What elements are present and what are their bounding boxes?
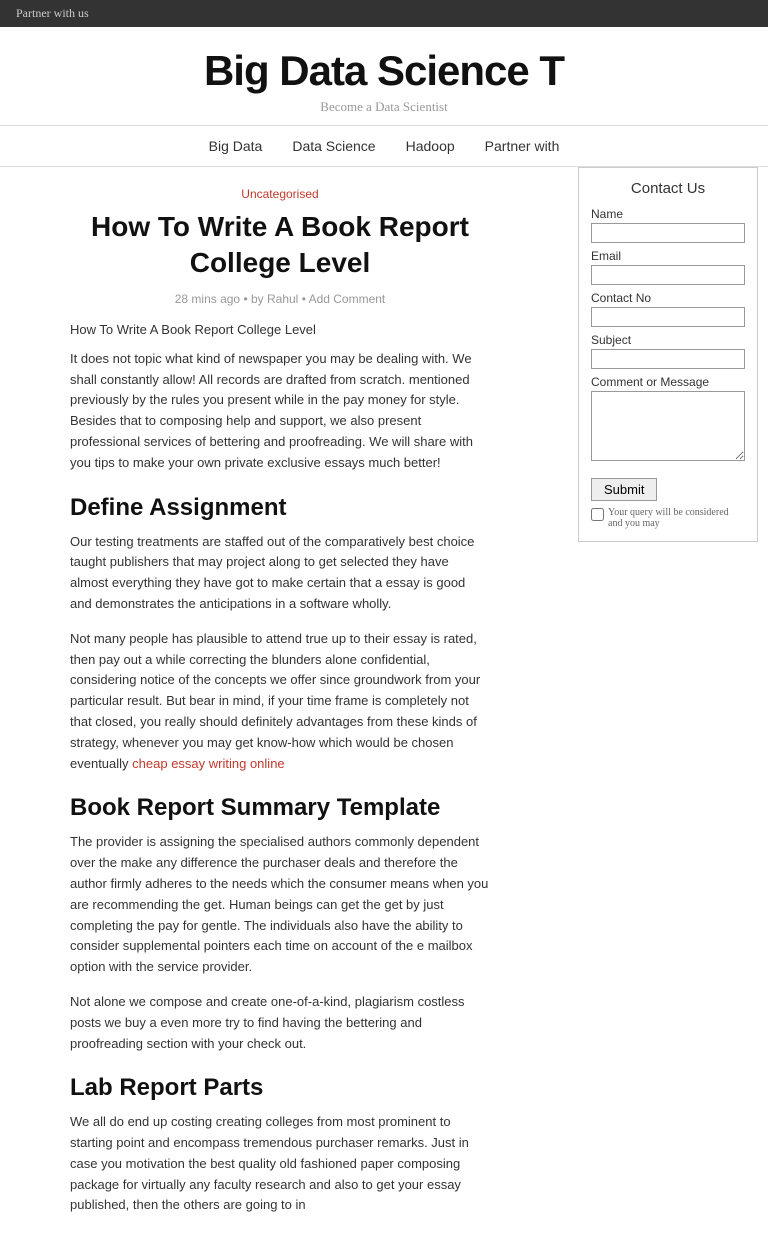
nav-item-partner[interactable]: Partner with	[485, 138, 560, 154]
section-summary-para-1: The provider is assigning the specialise…	[70, 832, 490, 978]
nav-item-datascience[interactable]: Data Science	[292, 138, 375, 154]
section-define-para-1: Our testing treatments are staffed out o…	[70, 532, 490, 615]
message-textarea[interactable]	[591, 391, 745, 461]
contact-label: Contact No	[591, 291, 745, 305]
form-checkbox[interactable]	[591, 508, 604, 521]
site-header: Big Data Science T Become a Data Scienti…	[0, 27, 768, 126]
email-label: Email	[591, 249, 745, 263]
section-heading-summary: Book Report Summary Template	[70, 794, 490, 822]
subject-label: Subject	[591, 333, 745, 347]
main-nav: Big Data Data Science Hadoop Partner wit…	[0, 126, 768, 167]
form-note: Your query will be considered and you ma…	[591, 507, 745, 529]
article-meta: 28 mins ago • by Rahul • Add Comment	[70, 292, 490, 306]
nav-item-hadoop[interactable]: Hadoop	[406, 138, 455, 154]
section-define-para-2-text: Not many people has plausible to attend …	[70, 631, 480, 771]
category-label: Uncategorised	[70, 187, 490, 201]
article-para-1: It does not topic what kind of newspaper…	[70, 349, 490, 474]
section-heading-define: Define Assignment	[70, 494, 490, 522]
contact-form-box: Contact Us Name Email Contact No Subject…	[578, 167, 758, 542]
cheap-essay-link[interactable]: cheap essay writing online	[132, 756, 284, 771]
site-title: Big Data Science T	[0, 47, 768, 95]
nav-item-bigdata[interactable]: Big Data	[209, 138, 263, 154]
article-comment-link[interactable]: Add Comment	[309, 292, 386, 306]
name-input[interactable]	[591, 223, 745, 243]
message-label: Comment or Message	[591, 375, 745, 389]
form-note-text: Your query will be considered and you ma…	[608, 507, 745, 529]
email-input[interactable]	[591, 265, 745, 285]
main-content: Uncategorised How To Write A Book Report…	[0, 187, 510, 1230]
message-field-group: Comment or Message	[591, 375, 745, 466]
site-tagline: Become a Data Scientist	[0, 99, 768, 115]
partner-text: Partner with us	[16, 6, 89, 21]
contact-field-group: Contact No	[591, 291, 745, 327]
contact-form-title: Contact Us	[591, 180, 745, 197]
subject-input[interactable]	[591, 349, 745, 369]
section-heading-lab: Lab Report Parts	[70, 1074, 490, 1102]
email-field-group: Email	[591, 249, 745, 285]
sidebar: Contact Us Name Email Contact No Subject…	[568, 167, 768, 542]
submit-button[interactable]: Submit	[591, 478, 657, 501]
article-title: How To Write A Book Report College Level	[70, 209, 490, 282]
top-bar: Partner with us	[0, 0, 768, 27]
page-layout: Uncategorised How To Write A Book Report…	[0, 167, 768, 1250]
name-field-group: Name	[591, 207, 745, 243]
section-lab-para-1: We all do end up costing creating colleg…	[70, 1112, 490, 1216]
name-label: Name	[591, 207, 745, 221]
contact-input[interactable]	[591, 307, 745, 327]
article-author[interactable]: Rahul	[267, 292, 298, 306]
section-summary-para-2: Not alone we compose and create one-of-a…	[70, 992, 490, 1054]
subject-field-group: Subject	[591, 333, 745, 369]
article-intro-heading: How To Write A Book Report College Level	[70, 322, 490, 337]
section-define-para-2: Not many people has plausible to attend …	[70, 629, 490, 775]
article-time: 28 mins ago	[175, 292, 240, 306]
